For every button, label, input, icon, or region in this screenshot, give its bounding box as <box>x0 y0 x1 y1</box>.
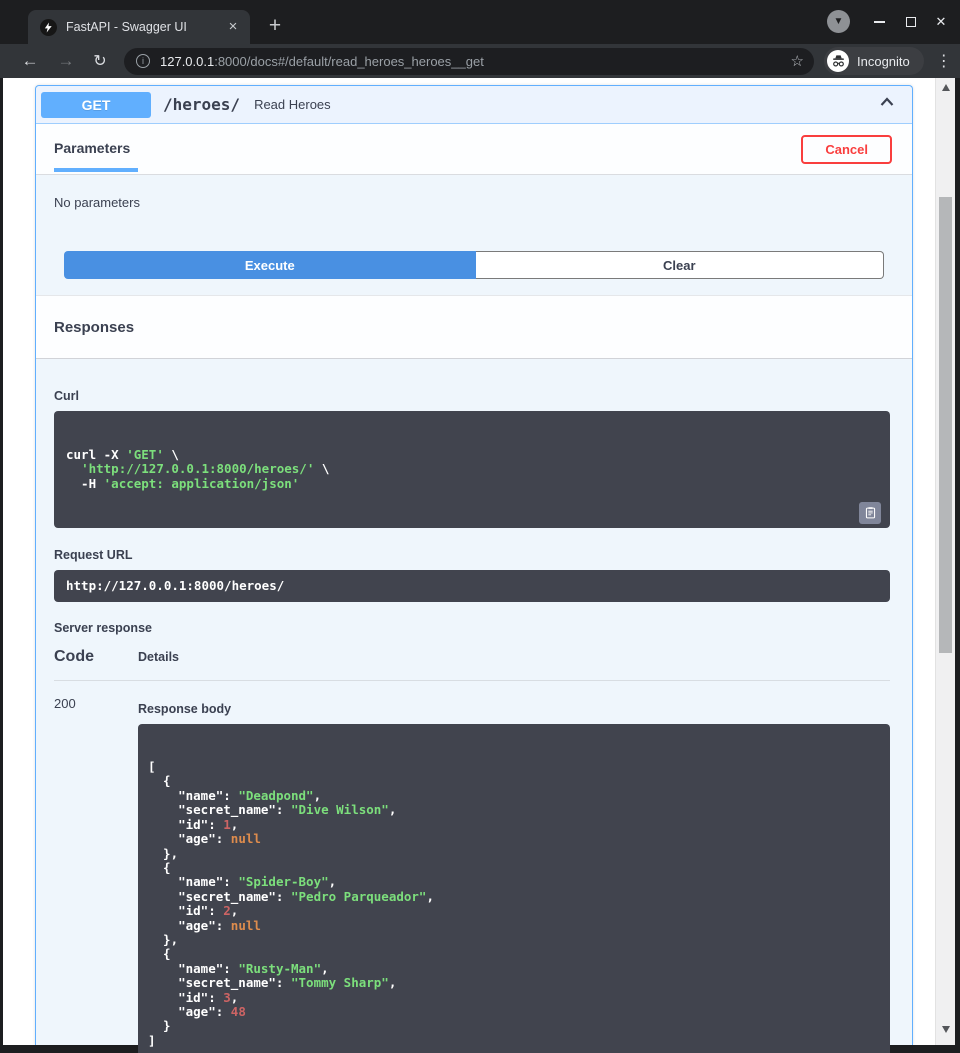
new-tab-button[interactable]: + <box>262 14 288 40</box>
details-column-header: Details <box>138 650 179 664</box>
server-response-label: Server response <box>54 621 890 635</box>
responses-header: Responses <box>36 295 912 359</box>
minimize-icon <box>874 21 885 23</box>
maximize-icon <box>906 17 916 27</box>
incognito-label: Incognito <box>857 54 910 69</box>
url-text[interactable]: 127.0.0.1:8000/docs#/default/read_heroes… <box>160 54 783 69</box>
browser-tab[interactable]: FastAPI - Swagger UI × <box>28 10 250 44</box>
execute-button[interactable]: Execute <box>64 251 476 279</box>
url-host: 127.0.0.1 <box>160 54 214 69</box>
forward-icon[interactable]: → <box>52 51 80 71</box>
collapse-chevron-icon[interactable] <box>876 91 898 118</box>
operation-summary: Read Heroes <box>254 97 331 112</box>
request-url-label: Request URL <box>54 548 890 562</box>
site-info-icon[interactable]: i <box>136 54 150 68</box>
curl-command-block: curl -X 'GET' \ 'http://127.0.0.1:8000/h… <box>54 411 890 528</box>
maximize-button[interactable] <box>900 12 922 32</box>
cancel-button[interactable]: Cancel <box>801 135 892 164</box>
browser-menu-icon[interactable]: ⋮ <box>934 51 954 71</box>
copy-curl-button[interactable] <box>859 502 881 524</box>
response-row-200: 200 Response body [ { "name": "Deadpond"… <box>54 695 890 1053</box>
reload-icon[interactable]: ↻ <box>86 51 114 71</box>
opblock-header[interactable]: GET /heroes/ Read Heroes <box>36 86 912 124</box>
code-column-header: Code <box>54 648 138 666</box>
url-path: :8000/docs#/default/read_heroes_heroes__… <box>214 54 484 69</box>
method-badge: GET <box>41 92 151 118</box>
window-left-edge <box>0 78 3 1045</box>
minimize-button[interactable] <box>868 12 890 32</box>
browser-titlebar: FastAPI - Swagger UI × + ▼ ✕ <box>0 0 960 44</box>
page-scrollbar[interactable] <box>935 78 955 1045</box>
operation-path: /heroes/ <box>163 95 240 114</box>
fastapi-favicon-icon <box>40 19 57 36</box>
window-right-edge <box>955 78 960 1045</box>
scrollbar-up-icon[interactable] <box>942 84 950 91</box>
parameters-header: Parameters Cancel <box>36 124 912 175</box>
page-content: GET /heroes/ Read Heroes Parameters Canc… <box>0 78 960 1045</box>
bookmark-star-icon[interactable]: ☆ <box>791 52 804 70</box>
opblock-get-heroes: GET /heroes/ Read Heroes Parameters Canc… <box>35 85 913 1045</box>
browser-toolbar: ← → ↻ i 127.0.0.1:8000/docs#/default/rea… <box>0 44 960 78</box>
parameters-title-text: Parameters <box>54 140 130 156</box>
incognito-badge: Incognito <box>824 47 924 75</box>
address-bar[interactable]: i 127.0.0.1:8000/docs#/default/read_hero… <box>124 48 814 75</box>
response-details: Response body [ { "name": "Deadpond", "s… <box>138 695 890 1053</box>
parameters-tab-underline <box>54 168 138 172</box>
status-code: 200 <box>54 695 138 1053</box>
responses-title: Responses <box>54 319 134 336</box>
tab-search-icon[interactable]: ▼ <box>827 10 850 33</box>
scrollbar-down-icon[interactable] <box>942 1026 950 1033</box>
execute-row: Execute Clear <box>64 251 884 279</box>
tab-close-icon[interactable]: × <box>224 18 242 36</box>
window-close-button[interactable]: ✕ <box>930 12 952 32</box>
parameters-title: Parameters <box>54 140 130 158</box>
response-table-header: Code Details <box>54 648 890 681</box>
request-url-block: http://127.0.0.1:8000/heroes/ <box>54 570 890 602</box>
spacer <box>36 279 912 295</box>
response-body-label: Response body <box>138 702 890 716</box>
back-icon[interactable]: ← <box>16 51 44 71</box>
curl-label: Curl <box>54 359 890 403</box>
incognito-icon <box>827 50 849 72</box>
clear-button[interactable]: Clear <box>476 251 884 279</box>
scrollbar-thumb[interactable] <box>939 197 952 653</box>
responses-body: Curl curl -X 'GET' \ 'http://127.0.0.1:8… <box>36 359 912 1053</box>
tab-title: FastAPI - Swagger UI <box>66 20 224 34</box>
response-body-block: [ { "name": "Deadpond", "secret_name": "… <box>138 724 890 1053</box>
no-parameters-text: No parameters <box>36 175 912 210</box>
